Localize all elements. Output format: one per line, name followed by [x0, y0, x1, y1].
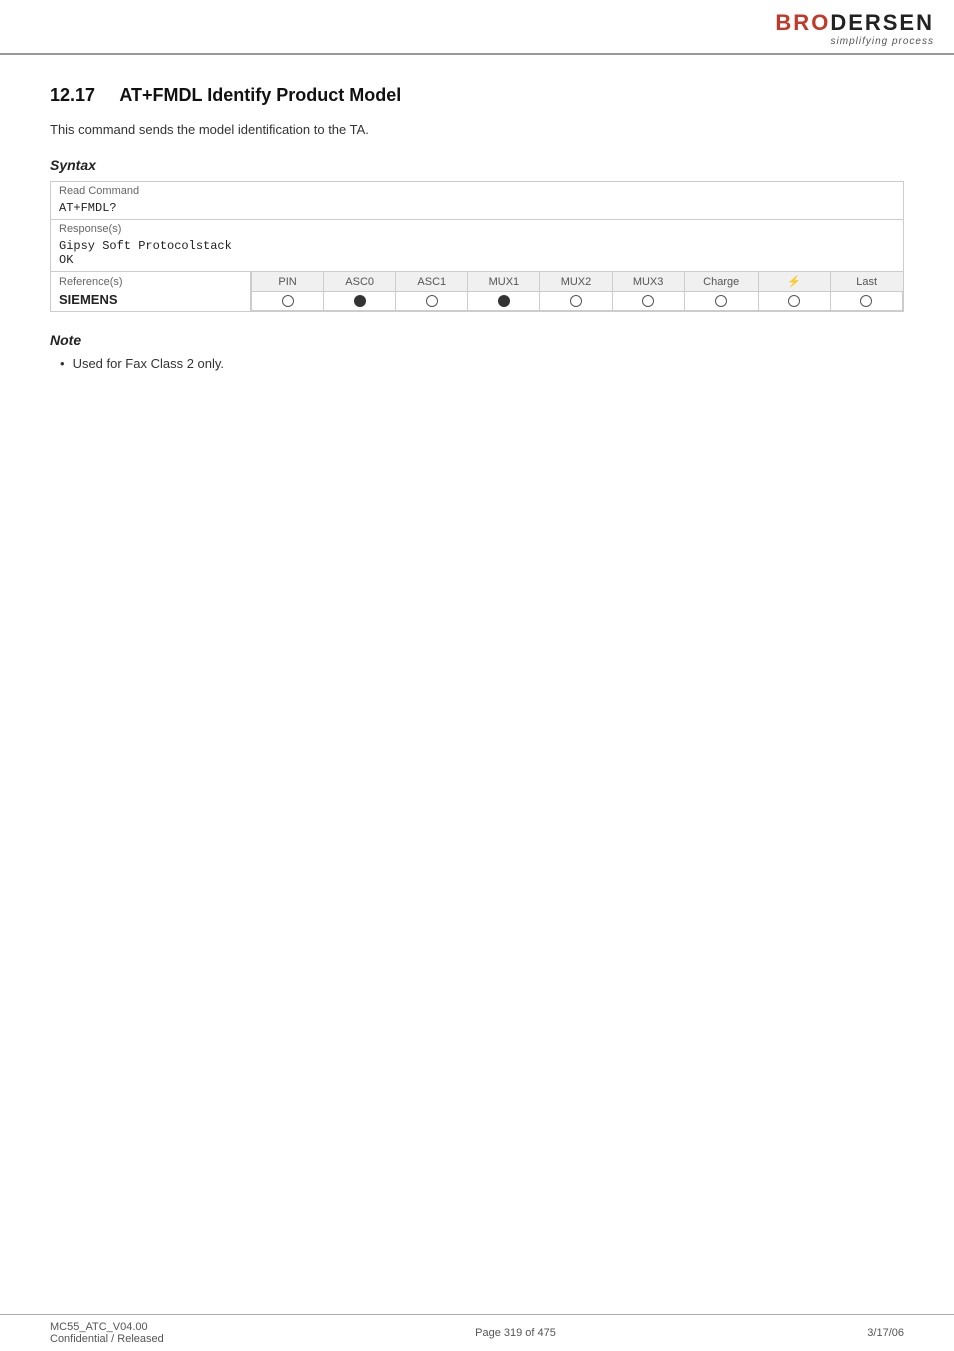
- siemens-last: [830, 292, 902, 311]
- siemens-row: [252, 292, 903, 311]
- circle-empty-icon: [642, 295, 654, 307]
- siemens-asc1: [396, 292, 468, 311]
- note-item: • Used for Fax Class 2 only.: [50, 356, 904, 371]
- col-mux3: MUX3: [612, 272, 684, 292]
- circle-empty-icon: [282, 295, 294, 307]
- note-text: Used for Fax Class 2 only.: [73, 356, 224, 371]
- section-description: This command sends the model identificat…: [50, 122, 904, 137]
- page-header: BRODERSEN simplifying process: [0, 0, 954, 55]
- section-number: 12.17: [50, 85, 95, 105]
- col-last: Last: [830, 272, 902, 292]
- footer-status: Confidential / Released: [50, 1333, 164, 1345]
- siemens-pin: [252, 292, 324, 311]
- footer-date: 3/17/06: [867, 1327, 904, 1339]
- section-title-text: AT+FMDL Identify Product Model: [119, 85, 401, 105]
- logo-text: BRODERSEN: [775, 10, 934, 36]
- siemens-mux3: [612, 292, 684, 311]
- ref-header-row: PIN ASC0 ASC1 MUX1 MUX2 MUX3 Charge ⚡ La…: [252, 272, 903, 292]
- reference-columns-table: PIN ASC0 ASC1 MUX1 MUX2 MUX3 Charge ⚡ La…: [251, 272, 903, 311]
- syntax-table: Read Command AT+FMDL? Response(s) Gipsy …: [50, 181, 904, 312]
- circle-empty-icon: [788, 295, 800, 307]
- col-charge: Charge: [684, 272, 758, 292]
- col-mux2: MUX2: [540, 272, 612, 292]
- siemens-mux2: [540, 292, 612, 311]
- response-row: Response(s) Gipsy Soft Protocolstack OK: [51, 220, 904, 272]
- footer-page: Page 319 of 475: [475, 1327, 556, 1339]
- main-content: 12.17 AT+FMDL Identify Product Model Thi…: [0, 55, 954, 391]
- col-asc1: ASC1: [396, 272, 468, 292]
- siemens-asc0: [324, 292, 396, 311]
- read-command-row: Read Command AT+FMDL?: [51, 182, 904, 220]
- reference-label: Reference(s): [59, 276, 123, 288]
- footer-left: MC55_ATC_V04.00 Confidential / Released: [50, 1321, 164, 1345]
- circle-filled-icon: [498, 295, 510, 307]
- col-mux1: MUX1: [468, 272, 540, 292]
- siemens-special: [758, 292, 830, 311]
- logo-tagline: simplifying process: [831, 36, 934, 47]
- footer-doc-id: MC55_ATC_V04.00: [50, 1321, 164, 1333]
- syntax-label: Syntax: [50, 157, 904, 173]
- page-footer: MC55_ATC_V04.00 Confidential / Released …: [0, 1314, 954, 1351]
- reference-row: Reference(s) SIEMENS PIN ASC0 ASC1 MUX1 …: [51, 272, 904, 312]
- note-label: Note: [50, 332, 904, 348]
- siemens-mux1: [468, 292, 540, 311]
- circle-empty-icon: [570, 295, 582, 307]
- note-bullet: •: [60, 356, 65, 371]
- siemens-label-text: SIEMENS: [59, 292, 242, 307]
- siemens-charge: [684, 292, 758, 311]
- circle-empty-icon: [715, 295, 727, 307]
- col-special: ⚡: [758, 272, 830, 292]
- logo-area: BRODERSEN simplifying process: [775, 10, 934, 47]
- circle-empty-icon: [860, 295, 872, 307]
- read-command-value: AT+FMDL?: [51, 199, 903, 219]
- circle-empty-icon: [426, 295, 438, 307]
- section-title: 12.17 AT+FMDL Identify Product Model: [50, 85, 904, 106]
- read-command-label: Read Command: [51, 182, 903, 199]
- col-asc0: ASC0: [324, 272, 396, 292]
- response-value: Gipsy Soft Protocolstack OK: [51, 237, 903, 271]
- response-label: Response(s): [51, 220, 903, 237]
- col-pin: PIN: [252, 272, 324, 292]
- circle-filled-icon: [354, 295, 366, 307]
